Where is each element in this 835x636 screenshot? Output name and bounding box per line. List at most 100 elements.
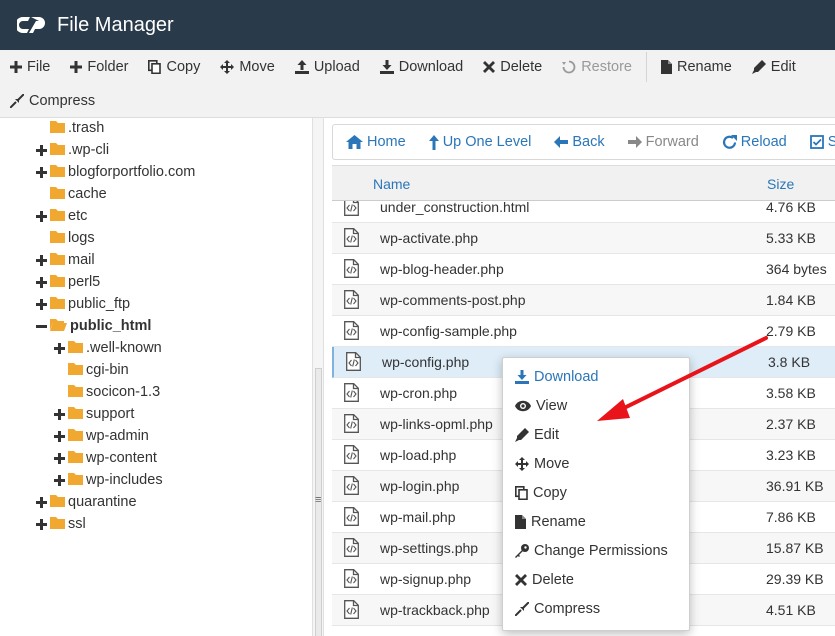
toolbar-compress-label: Compress: [29, 93, 96, 109]
folder-icon: [50, 296, 65, 313]
nav-home-button[interactable]: Home: [333, 134, 416, 150]
context-menu-rename[interactable]: Rename: [515, 511, 586, 533]
tree-item-perl5[interactable]: perl5: [35, 271, 100, 293]
tree-item-socicon-1-3[interactable]: socicon-1.3: [53, 381, 160, 403]
copy-icon: [148, 60, 166, 74]
table-row[interactable]: wp-blog-header.php 364 bytes: [332, 254, 835, 285]
nav-back-button[interactable]: Back: [541, 134, 614, 150]
expand-icon[interactable]: [53, 408, 65, 420]
nav-forward-button[interactable]: Forward: [615, 134, 709, 150]
context-menu-change-permissions[interactable]: Change Permissions: [515, 540, 668, 562]
key-icon: [515, 544, 534, 558]
pencil-icon: [515, 428, 534, 442]
toolbar-delete-label: Delete: [500, 59, 543, 75]
column-header-size[interactable]: Size: [767, 176, 794, 192]
tree-item-label: ssl: [68, 516, 86, 532]
tree-item-ssl[interactable]: ssl: [35, 513, 86, 535]
nav-back-label: Back: [572, 134, 605, 150]
tree-item-etc[interactable]: etc: [35, 205, 87, 227]
file-name: wp-login.php: [380, 478, 460, 494]
tree-item-quarantine[interactable]: quarantine: [35, 491, 137, 513]
expand-icon[interactable]: [53, 430, 65, 442]
tree-item-trash[interactable]: .trash: [35, 118, 104, 139]
context-menu-view[interactable]: View: [515, 395, 567, 417]
tree-item-cache[interactable]: cache: [35, 183, 107, 205]
expand-icon[interactable]: [35, 298, 47, 310]
tree-item-public-ftp[interactable]: public_ftp: [35, 293, 130, 315]
context-menu: Download View Edit Move Copy Rename Change Per…: [502, 357, 690, 631]
tree-item-well-known[interactable]: .well-known: [53, 337, 162, 359]
context-menu-edit[interactable]: Edit: [515, 424, 559, 446]
context-menu-view-label: View: [536, 398, 568, 414]
file-size: 15.87 KB: [766, 540, 824, 556]
folder-icon: [50, 516, 65, 533]
move-icon: [220, 60, 239, 74]
expand-icon[interactable]: [53, 452, 65, 464]
tree-item-mail[interactable]: mail: [35, 249, 95, 271]
toolbar-copy-button[interactable]: Copy: [138, 50, 210, 84]
nav-s-button[interactable]: S: [797, 134, 835, 150]
context-menu-delete[interactable]: Delete: [515, 569, 574, 591]
column-header-name[interactable]: Name: [373, 176, 410, 192]
expand-icon[interactable]: [53, 474, 65, 486]
file-size: 2.79 KB: [766, 323, 816, 339]
tree-item-wp-content[interactable]: wp-content: [53, 447, 157, 469]
expand-icon[interactable]: [35, 276, 47, 288]
toolbar-rename-label: Rename: [676, 59, 732, 75]
file-name: wp-signup.php: [380, 571, 472, 587]
toolbar-upload-button[interactable]: Upload: [285, 50, 370, 84]
toolbar-folder-label: Folder: [87, 59, 129, 75]
expand-icon[interactable]: [53, 342, 65, 354]
tree-item-label: .trash: [68, 120, 105, 136]
toolbar-file-button[interactable]: File: [0, 50, 60, 84]
code-file-icon: [344, 507, 359, 529]
tree-item-wp-admin[interactable]: wp-admin: [53, 425, 149, 447]
context-menu-compress[interactable]: Compress: [515, 598, 600, 620]
tree-item-label: wp-includes: [86, 472, 163, 488]
nav-up-one-level-button[interactable]: Up One Level: [416, 134, 542, 150]
toolbar-download-button[interactable]: Download: [370, 50, 474, 84]
table-row[interactable]: wp-comments-post.php 1.84 KB: [332, 285, 835, 316]
toolbar-edit-button[interactable]: Edit: [742, 50, 806, 84]
table-row[interactable]: wp-activate.php 5.33 KB: [332, 223, 835, 254]
expand-icon[interactable]: [35, 518, 47, 530]
expand-icon[interactable]: [35, 166, 47, 178]
expand-icon[interactable]: [35, 144, 47, 156]
tree-item-cgi-bin[interactable]: cgi-bin: [53, 359, 129, 381]
panel-splitter[interactable]: ≡: [312, 118, 324, 636]
file-name: wp-config-sample.php: [380, 323, 517, 339]
file-size: 5.33 KB: [766, 230, 816, 246]
tree-item-public-html[interactable]: public_html: [35, 315, 151, 337]
toolbar: File Folder Copy Move Upload Download Delete Re…: [0, 50, 835, 118]
close-icon: [515, 574, 532, 586]
table-row[interactable]: wp-config-sample.php 2.79 KB: [332, 316, 835, 347]
toolbar-restore-button[interactable]: Restore: [552, 50, 642, 84]
context-menu-download[interactable]: Download: [515, 366, 599, 388]
context-menu-move[interactable]: Move: [515, 453, 569, 475]
tree-item-wp-cli[interactable]: .wp-cli: [35, 139, 109, 161]
context-menu-copy[interactable]: Copy: [515, 482, 567, 504]
table-row[interactable]: under_construction.html 4.76 KB: [332, 201, 835, 223]
splitter-grip-icon[interactable]: ≡: [315, 494, 321, 506]
tree-item-wp-includes[interactable]: wp-includes: [53, 469, 163, 491]
toolbar-rename-button[interactable]: Rename: [651, 50, 742, 84]
toolbar-folder-button[interactable]: Folder: [60, 50, 138, 84]
nav-reload-button[interactable]: Reload: [709, 134, 797, 150]
collapse-icon[interactable]: [35, 320, 47, 332]
expand-icon[interactable]: [35, 254, 47, 266]
toolbar-move-button[interactable]: Move: [210, 50, 284, 84]
toolbar-delete-button[interactable]: Delete: [473, 50, 552, 84]
toolbar-compress-button[interactable]: Compress: [0, 84, 105, 118]
expand-icon[interactable]: [35, 496, 47, 508]
nav-home-label: Home: [367, 134, 406, 150]
tree-item-logs[interactable]: logs: [35, 227, 95, 249]
expand-icon[interactable]: [35, 210, 47, 222]
cpanel-logo[interactable]: [17, 13, 51, 37]
folder-icon: [68, 340, 83, 357]
tree-item-label: .wp-cli: [68, 142, 110, 158]
tree-item-blogforportfolio-com[interactable]: blogforportfolio.com: [35, 161, 195, 183]
tree-item-support[interactable]: support: [53, 403, 134, 425]
